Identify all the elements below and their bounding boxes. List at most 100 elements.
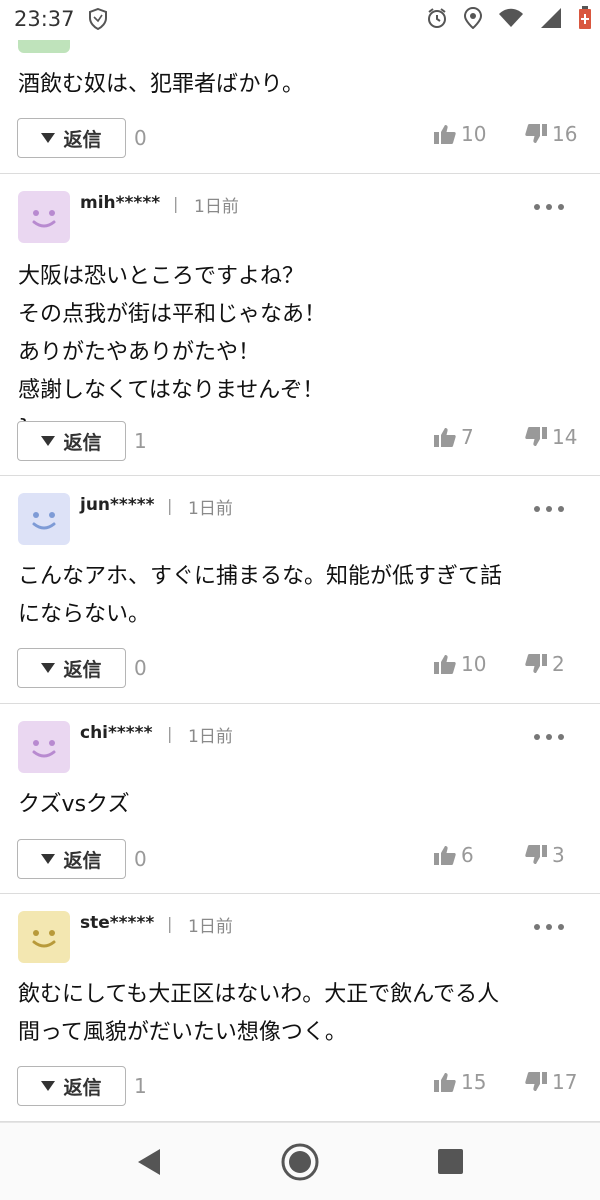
- avatar: [18, 40, 70, 53]
- comment-actions: 返信 0 6 3: [0, 839, 600, 879]
- thumbs-down-icon: [525, 1072, 547, 1091]
- reply-count: 0: [134, 126, 147, 150]
- reply-button[interactable]: 返信: [17, 1066, 126, 1106]
- avatar[interactable]: [18, 493, 70, 545]
- smiley-face-icon: [32, 740, 56, 758]
- dislike-count: 17: [552, 1070, 578, 1094]
- thumbs-up-icon: [434, 846, 456, 865]
- like-button[interactable]: 6: [433, 843, 474, 867]
- timestamp: 1日前: [188, 917, 233, 937]
- dislike-count: 14: [552, 425, 578, 449]
- more-icon[interactable]: [534, 506, 564, 512]
- reply-label: 返信: [63, 849, 102, 872]
- signal-icon: [540, 7, 562, 33]
- more-icon[interactable]: [534, 924, 564, 930]
- comment-actions: 返信 0 10 2: [0, 648, 600, 688]
- thumbs-up-icon: [434, 655, 456, 674]
- comment-item: ste***** | 1日前 飲むにしても大正区はないわ。大正で飲んでる人 間っ…: [0, 894, 600, 1122]
- back-icon[interactable]: [136, 1147, 162, 1181]
- comment-item: mih***** | 1日前 大阪は恐いところですよね？ その点我が街は平和じゃ…: [0, 174, 600, 476]
- comment-body-line: 酒飲む奴は、犯罪者ばかり。: [18, 72, 305, 97]
- reply-button[interactable]: 返信: [17, 648, 126, 688]
- smiley-face-icon: [32, 512, 56, 530]
- reply-button[interactable]: 返信: [17, 118, 126, 158]
- chevron-down-icon: [41, 436, 56, 446]
- more-icon[interactable]: [534, 734, 564, 740]
- comment-body: こんなアホ、すぐに捕まるな。知能が低すぎて話 にならない。: [18, 558, 582, 634]
- thumbs-up-icon: [434, 428, 456, 447]
- separator: |: [167, 724, 173, 743]
- thumbs-down-icon: [525, 124, 547, 143]
- dislike-count: 2: [552, 652, 565, 676]
- dislike-button[interactable]: 2: [524, 652, 565, 676]
- reply-button[interactable]: 返信: [17, 421, 126, 461]
- timestamp: 1日前: [194, 197, 239, 217]
- alarm-icon: [426, 7, 448, 33]
- timestamp: 1日前: [188, 499, 233, 519]
- system-nav-bar: [0, 1122, 600, 1200]
- chevron-down-icon: [41, 133, 56, 143]
- comment-feed[interactable]: 酒飲む奴は、犯罪者ばかり。 返信 0 10 16 mih***** | 1日前: [0, 40, 600, 1122]
- smiley-face-icon: [32, 210, 56, 228]
- username[interactable]: ste*****: [80, 913, 154, 933]
- like-count: 10: [461, 122, 487, 146]
- thumbs-down-icon: [525, 845, 547, 864]
- comment-item: jun***** | 1日前 こんなアホ、すぐに捕まるな。知能が低すぎて話 にな…: [0, 476, 600, 704]
- comment-body-line: クズvsクズ: [18, 792, 130, 817]
- comment-body-line: 飲むにしても大正区はないわ。大正で飲んでる人: [18, 982, 500, 1007]
- username[interactable]: mih*****: [80, 193, 160, 213]
- like-button[interactable]: 15: [433, 1070, 486, 1094]
- reply-count: 0: [134, 847, 147, 871]
- dislike-button[interactable]: 14: [524, 425, 577, 449]
- home-icon[interactable]: [280, 1142, 320, 1186]
- like-button[interactable]: 7: [433, 425, 474, 449]
- comment-item: chi***** | 1日前 クズvsクズ 返信 0 6 3: [0, 704, 600, 894]
- status-icons: [426, 6, 592, 34]
- like-button[interactable]: 10: [433, 652, 486, 676]
- comment-body-line: 大阪は恐いところですよね？: [18, 264, 305, 289]
- thumbs-down-icon: [525, 654, 547, 673]
- comment-body-line: その点我が街は平和じゃなあ！: [18, 302, 327, 327]
- more-icon[interactable]: [534, 204, 564, 210]
- separator: |: [173, 194, 179, 213]
- like-count: 15: [461, 1070, 487, 1094]
- thumbs-up-icon: [434, 125, 456, 144]
- comment-body: 大阪は恐いところですよね？ その点我が街は平和じゃなあ！ ありがたやありがたや！…: [18, 258, 582, 448]
- like-count: 7: [461, 425, 474, 449]
- comment-actions: 返信 1 15 17: [0, 1066, 600, 1106]
- dislike-count: 16: [552, 122, 578, 146]
- comment-body-line: 感謝しなくてはなりませんぞ！: [18, 378, 325, 403]
- comment-body-line: ありがたやありがたや！: [18, 340, 261, 365]
- chevron-down-icon: [41, 854, 56, 864]
- recents-icon[interactable]: [438, 1149, 463, 1174]
- reply-label: 返信: [63, 431, 102, 454]
- username[interactable]: chi*****: [80, 723, 152, 743]
- comment-actions: 返信 0 10 16: [0, 118, 600, 158]
- thumbs-up-icon: [434, 1073, 456, 1092]
- avatar[interactable]: [18, 721, 70, 773]
- reply-label: 返信: [63, 1076, 102, 1099]
- comment-body: クズvsクズ: [18, 786, 582, 824]
- comment-body-line: にならない。: [18, 602, 151, 627]
- avatar[interactable]: [18, 191, 70, 243]
- username[interactable]: jun*****: [80, 495, 154, 515]
- wifi-icon: [498, 8, 524, 32]
- comment-body-line: こんなアホ、すぐに捕まるな。知能が低すぎて話: [18, 564, 503, 589]
- like-count: 6: [461, 843, 474, 867]
- dislike-button[interactable]: 16: [524, 122, 577, 146]
- dislike-button[interactable]: 3: [524, 843, 565, 867]
- reply-label: 返信: [63, 128, 102, 151]
- chevron-down-icon: [41, 663, 56, 673]
- timestamp: 1日前: [188, 727, 233, 747]
- reply-count: 0: [134, 656, 147, 680]
- battery-icon: [578, 6, 592, 34]
- like-count: 10: [461, 652, 487, 676]
- location-icon: [463, 6, 483, 33]
- comment-item: 酒飲む奴は、犯罪者ばかり。 返信 0 10 16: [0, 40, 600, 174]
- reply-button[interactable]: 返信: [17, 839, 126, 879]
- avatar[interactable]: [18, 911, 70, 963]
- separator: |: [167, 496, 173, 515]
- dislike-button[interactable]: 17: [524, 1070, 577, 1094]
- like-button[interactable]: 10: [433, 122, 486, 146]
- thumbs-down-icon: [525, 427, 547, 446]
